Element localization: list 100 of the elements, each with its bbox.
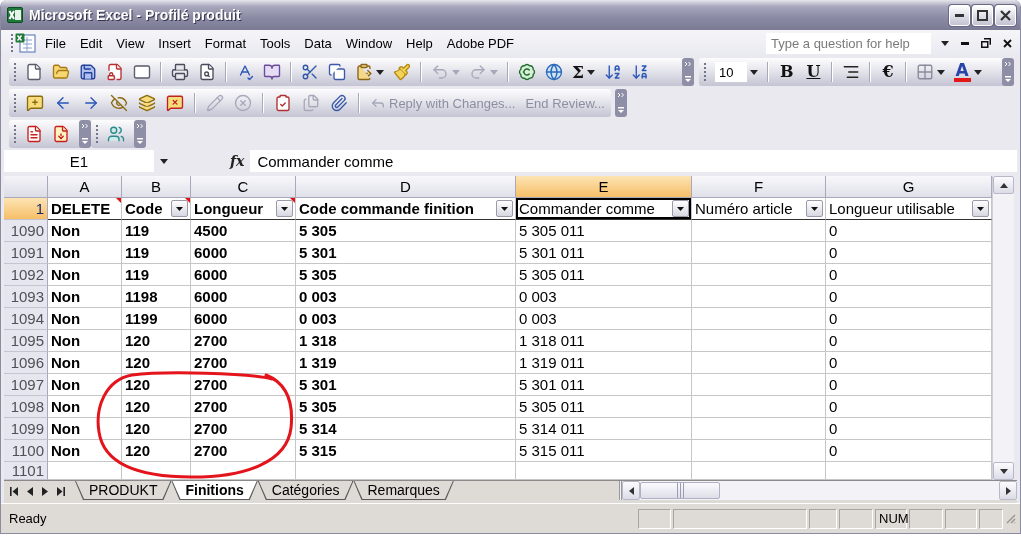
- caret-icon[interactable]: [376, 69, 384, 75]
- font-color-button[interactable]: A: [953, 62, 971, 82]
- column-header[interactable]: F: [692, 176, 826, 198]
- filter-dropdown-button[interactable]: [806, 200, 823, 217]
- column-header[interactable]: G: [826, 176, 992, 198]
- dropdown-caret-icon[interactable]: [941, 40, 949, 46]
- menu-item[interactable]: Data: [298, 33, 338, 53]
- filter-dropdown-button[interactable]: [171, 200, 188, 217]
- caret-icon[interactable]: [749, 69, 758, 75]
- document-icon[interactable]: [25, 63, 43, 81]
- eye-off-icon[interactable]: [110, 94, 128, 112]
- menu-item[interactable]: Help: [400, 33, 439, 53]
- filter-dropdown-button[interactable]: [276, 200, 293, 217]
- maximize-button[interactable]: [972, 4, 993, 26]
- document-magnifier-icon[interactable]: [198, 63, 216, 81]
- font-size-field[interactable]: 10: [714, 62, 747, 82]
- menu-item[interactable]: Format: [198, 33, 252, 53]
- clipboard-check-icon[interactable]: [274, 94, 292, 112]
- caret-icon[interactable]: [973, 69, 982, 75]
- save-icon[interactable]: [79, 63, 97, 81]
- underline-button[interactable]: U: [804, 63, 823, 81]
- caret-icon[interactable]: [936, 69, 945, 75]
- scroll-up-button[interactable]: [993, 176, 1014, 194]
- filter-dropdown-button[interactable]: [672, 200, 689, 217]
- insert-function-button[interactable]: fx: [230, 153, 245, 169]
- sort-ascending-icon[interactable]: [604, 63, 623, 81]
- book-icon[interactable]: [263, 63, 281, 81]
- minimize-button[interactable]: [949, 4, 970, 26]
- paintbrush-icon[interactable]: [393, 63, 411, 81]
- filter-dropdown-button[interactable]: [496, 200, 513, 217]
- name-box[interactable]: E1: [4, 150, 154, 172]
- document-icon[interactable]: [25, 125, 43, 143]
- row-header[interactable]: 1093: [4, 286, 48, 308]
- row-header[interactable]: 1098: [4, 396, 48, 418]
- row-header[interactable]: 1097: [4, 374, 48, 396]
- row-header[interactable]: 1091: [4, 242, 48, 264]
- formula-field[interactable]: Commander comme: [250, 150, 1017, 172]
- horizontal-scrollbar[interactable]: [619, 481, 1017, 500]
- first-sheet-icon[interactable]: [10, 486, 18, 496]
- clipboard-icon[interactable]: [355, 63, 373, 81]
- menu-item[interactable]: Tools: [254, 33, 297, 53]
- comment-delete-icon[interactable]: [166, 94, 184, 112]
- paperclip-icon[interactable]: [330, 94, 348, 112]
- bold-button[interactable]: B: [777, 63, 796, 81]
- layers-icon[interactable]: [138, 94, 156, 112]
- row-header[interactable]: 1099: [4, 418, 48, 440]
- column-header[interactable]: A: [48, 176, 122, 198]
- people-icon[interactable]: [107, 125, 125, 143]
- menu-item[interactable]: Edit: [73, 33, 109, 53]
- help-search-field[interactable]: Type a question for help: [766, 32, 931, 54]
- locked-document-icon[interactable]: [106, 63, 124, 81]
- sheet-tab[interactable]: Finitions: [171, 481, 258, 500]
- copy-icon[interactable]: [328, 63, 346, 81]
- next-sheet-icon[interactable]: [42, 486, 48, 496]
- autosum-button[interactable]: Σ: [572, 63, 585, 81]
- row-header[interactable]: 1096: [4, 352, 48, 374]
- menu-item[interactable]: File: [39, 33, 72, 53]
- filter-dropdown-button[interactable]: [972, 200, 989, 217]
- grip-icon[interactable]: [703, 63, 706, 81]
- caret-icon[interactable]: [160, 158, 168, 164]
- previous-sheet-icon[interactable]: [27, 486, 33, 496]
- sheet-tab[interactable]: Remarques: [353, 481, 454, 500]
- column-header[interactable]: B: [122, 176, 191, 198]
- sheet-tab[interactable]: PRODUKT: [75, 481, 172, 500]
- toolbar-options-icon[interactable]: [614, 89, 627, 117]
- scroll-right-button[interactable]: [999, 481, 1017, 500]
- scroll-down-button[interactable]: [993, 462, 1014, 480]
- menu-item[interactable]: Window: [339, 33, 399, 53]
- minimize-icon[interactable]: [961, 41, 969, 45]
- scroll-left-button[interactable]: [622, 481, 640, 500]
- close-button[interactable]: [995, 4, 1016, 26]
- row-header[interactable]: 1: [4, 198, 48, 220]
- print-icon[interactable]: [171, 63, 189, 81]
- spreadsheet-document-icon[interactable]: [15, 33, 37, 53]
- restore-icon[interactable]: [981, 38, 991, 48]
- right-arrow-icon[interactable]: [82, 94, 100, 112]
- toolbar-options-icon[interactable]: [79, 120, 91, 148]
- row-header[interactable]: 1095: [4, 330, 48, 352]
- comment-plus-icon[interactable]: [26, 94, 44, 112]
- row-header[interactable]: 1101: [4, 462, 48, 480]
- row-header[interactable]: 1100: [4, 440, 48, 462]
- envelope-icon[interactable]: [133, 63, 151, 81]
- last-sheet-icon[interactable]: [57, 486, 65, 496]
- align-right-icon[interactable]: [842, 63, 861, 81]
- menu-item[interactable]: Adobe PDF: [440, 33, 521, 53]
- globe-icon[interactable]: [545, 63, 563, 81]
- toolbar-options-icon[interactable]: [681, 58, 694, 86]
- euro-badge-icon[interactable]: [518, 63, 536, 81]
- scissors-icon[interactable]: [301, 63, 319, 81]
- sheet-tab[interactable]: Catégories: [257, 481, 354, 500]
- row-header[interactable]: 1090: [4, 220, 48, 242]
- row-header[interactable]: 1092: [4, 264, 48, 286]
- folder-icon[interactable]: [52, 63, 70, 81]
- toolbar-options-icon[interactable]: [1002, 58, 1014, 86]
- caret-icon[interactable]: [587, 69, 596, 75]
- menu-item[interactable]: View: [110, 33, 151, 53]
- vertical-scrollbar[interactable]: [992, 176, 1014, 480]
- row-header[interactable]: 1094: [4, 308, 48, 330]
- column-header[interactable]: C: [191, 176, 296, 198]
- scroll-thumb[interactable]: [640, 482, 720, 499]
